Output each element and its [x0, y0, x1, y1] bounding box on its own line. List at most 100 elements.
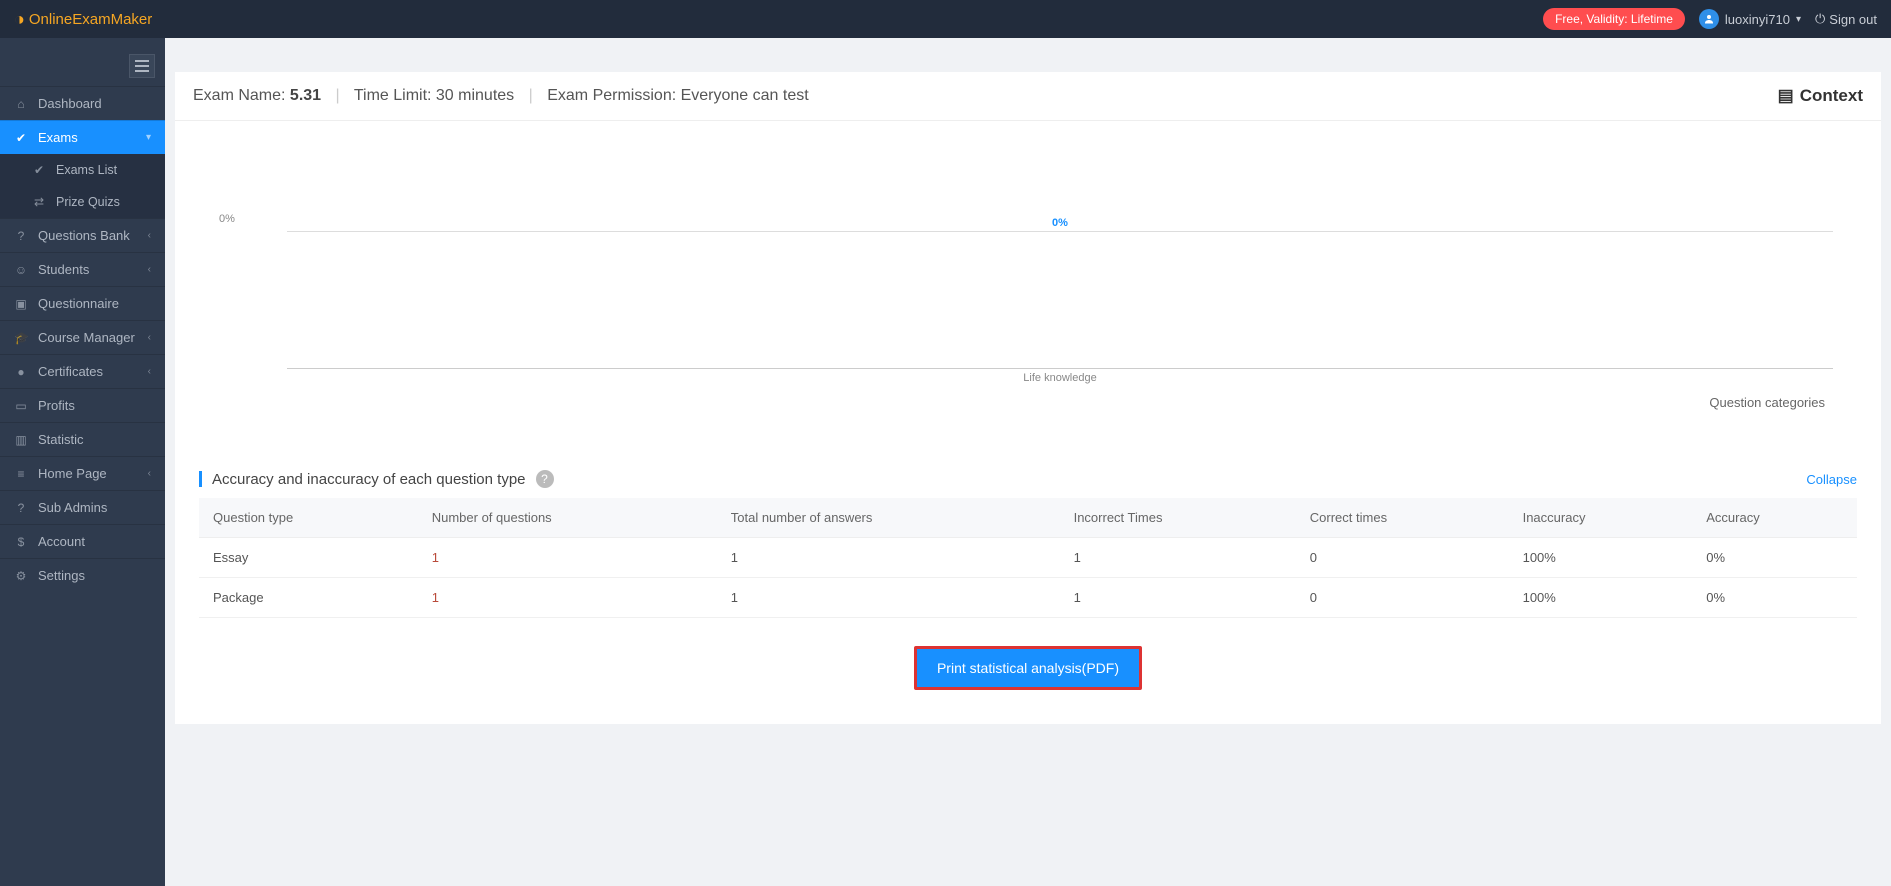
col-accuracy: Accuracy [1692, 498, 1857, 538]
sidebar-item-label: Exams [38, 130, 136, 145]
separator: | [336, 87, 340, 104]
sidebar-item-exams[interactable]: ✔ Exams ▾ [0, 120, 165, 154]
chevron-left-icon: ‹ [148, 230, 151, 241]
chart-baseline [287, 231, 1833, 232]
logo-icon: ◑ [14, 9, 25, 30]
table-row: Essay 1 1 1 0 100% 0% [199, 538, 1857, 578]
sidebar-item-label: Course Manager [38, 330, 138, 345]
sidebar-item-questionnaire[interactable]: ▣ Questionnaire [0, 286, 165, 320]
sidebar-item-label: Certificates [38, 364, 138, 379]
sidebar-item-label: Students [38, 262, 138, 277]
chart-x-axis-title: Question categories [223, 395, 1825, 410]
chevron-down-icon: ▾ [1796, 14, 1801, 25]
sidebar-sub-prize-quizs[interactable]: ⇄ Prize Quizs [0, 186, 165, 218]
chart-plot-area: 0% Life knowledge [287, 139, 1833, 369]
col-incorrect-times: Incorrect Times [1060, 498, 1296, 538]
chart-question-categories: 0% 0% Life knowledge Question categories [175, 121, 1881, 418]
cell-accuracy: 0% [1692, 538, 1857, 578]
cell-num-questions: 1 [418, 538, 717, 578]
sidebar-item-label: Questions Bank [38, 228, 138, 243]
collapse-button[interactable]: Collapse [1806, 472, 1857, 487]
sidebar-item-label: Dashboard [38, 96, 151, 111]
context-label: Context [1800, 86, 1863, 106]
shuffle-icon: ⇄ [32, 195, 46, 209]
cell-inaccuracy: 100% [1509, 578, 1693, 618]
sidebar-item-statistic[interactable]: ▥ Statistic [0, 422, 165, 456]
separator: | [529, 87, 533, 104]
book-icon: ▤ [1778, 86, 1794, 106]
topbar: ◑ OnlineExamMaker Free, Validity: Lifeti… [0, 0, 1891, 38]
cell-incorrect: 1 [1060, 538, 1296, 578]
gear-icon: ⚙ [14, 569, 28, 583]
chevron-down-icon: ▾ [146, 132, 151, 143]
exam-name-label: Exam Name: [193, 87, 290, 104]
sidebar-item-home-page[interactable]: ≡ Home Page ‹ [0, 456, 165, 490]
bars-icon: ▥ [14, 433, 28, 447]
cell-num-questions: 1 [418, 578, 717, 618]
sidebar-item-questions-bank[interactable]: ? Questions Bank ‹ [0, 218, 165, 252]
main-content: Exam Name: 5.31 | Time Limit: 30 minutes… [165, 38, 1891, 886]
cell-question-type: Package [199, 578, 418, 618]
sidebar-item-dashboard[interactable]: ⌂ Dashboard [0, 86, 165, 120]
exam-header: Exam Name: 5.31 | Time Limit: 30 minutes… [175, 72, 1881, 121]
col-total-answers: Total number of answers [717, 498, 1060, 538]
section-title-wrap: Accuracy and inaccuracy of each question… [199, 470, 554, 488]
sidebar-submenu-exams: ✔ Exams List ⇄ Prize Quizs [0, 154, 165, 218]
signout-button[interactable]: ⏻ Sign out [1815, 11, 1877, 27]
sliders-icon: ≡ [14, 467, 28, 481]
sidebar-toggle[interactable] [129, 54, 155, 78]
graduation-icon: 🎓 [14, 331, 28, 345]
user-menu[interactable]: luoxinyi710 ▾ [1699, 9, 1801, 29]
exam-name-value: 5.31 [290, 87, 321, 104]
logo[interactable]: ◑ OnlineExamMaker [14, 9, 152, 30]
print-button-wrap: Print statistical analysis(PDF) [175, 646, 1881, 690]
sidebar-item-profits[interactable]: ▭ Profits [0, 388, 165, 422]
section-header: Accuracy and inaccuracy of each question… [199, 470, 1857, 488]
sidebar-item-label: Prize Quizs [56, 195, 151, 209]
sidebar-item-sub-admins[interactable]: ? Sub Admins [0, 490, 165, 524]
username-label: luoxinyi710 [1725, 12, 1790, 27]
sidebar-item-label: Questionnaire [38, 296, 151, 311]
cell-inaccuracy: 100% [1509, 538, 1693, 578]
col-question-type: Question type [199, 498, 418, 538]
chart-bar-value-label: 0% [1052, 217, 1068, 229]
plan-badge[interactable]: Free, Validity: Lifetime [1543, 8, 1685, 30]
table-row: Package 1 1 1 0 100% 0% [199, 578, 1857, 618]
sidebar-item-label: Profits [38, 398, 151, 413]
chart-y-tick: 0% [219, 213, 235, 225]
topbar-right: Free, Validity: Lifetime luoxinyi710 ▾ ⏻… [1543, 8, 1877, 30]
users-icon: ☺ [14, 263, 28, 277]
check-circle-icon: ✔ [14, 131, 28, 145]
sidebar: ⌂ Dashboard ✔ Exams ▾ ✔ Exams List ⇄ Pri… [0, 38, 165, 886]
sidebar-item-label: Exams List [56, 163, 151, 177]
content-card: 0% 0% Life knowledge Question categories… [175, 121, 1881, 724]
col-number-questions: Number of questions [418, 498, 717, 538]
signout-label: Sign out [1829, 12, 1877, 27]
sidebar-item-course-manager[interactable]: 🎓 Course Manager ‹ [0, 320, 165, 354]
help-icon[interactable]: ? [536, 470, 554, 488]
sidebar-sub-exams-list[interactable]: ✔ Exams List [0, 154, 165, 186]
power-icon: ⏻ [1815, 11, 1825, 27]
medal-icon: ● [14, 365, 28, 379]
sidebar-item-students[interactable]: ☺ Students ‹ [0, 252, 165, 286]
sidebar-item-settings[interactable]: ⚙ Settings [0, 558, 165, 592]
permission-label: Exam Permission: Everyone can test [547, 87, 808, 104]
print-pdf-button[interactable]: Print statistical analysis(PDF) [914, 646, 1142, 690]
section-title: Accuracy and inaccuracy of each question… [212, 471, 526, 488]
col-correct-times: Correct times [1296, 498, 1509, 538]
question-icon: ? [14, 501, 28, 515]
exam-header-left: Exam Name: 5.31 | Time Limit: 30 minutes… [193, 87, 809, 105]
accuracy-table: Question type Number of questions Total … [199, 498, 1857, 618]
sidebar-item-certificates[interactable]: ● Certificates ‹ [0, 354, 165, 388]
sidebar-item-account[interactable]: $ Account [0, 524, 165, 558]
home-icon: ⌂ [14, 97, 28, 111]
chevron-left-icon: ‹ [148, 332, 151, 343]
context-button[interactable]: ▤ Context [1778, 86, 1863, 106]
cell-correct: 0 [1296, 578, 1509, 618]
chevron-left-icon: ‹ [148, 366, 151, 377]
chart-x-category: Life knowledge [1023, 372, 1096, 384]
time-limit-label: Time Limit: 30 minutes [354, 87, 514, 104]
dollar-icon: $ [14, 535, 28, 549]
logo-text: OnlineExamMaker [29, 11, 152, 28]
check-circle-icon: ✔ [32, 163, 46, 177]
